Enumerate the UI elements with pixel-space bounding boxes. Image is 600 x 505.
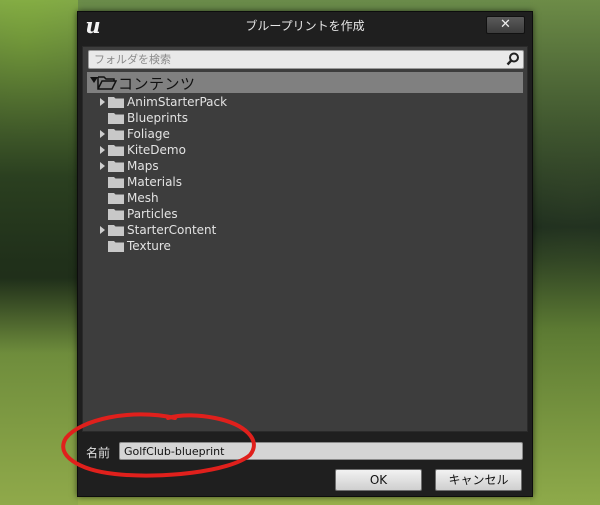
background-forest-left [0,0,78,505]
folder-icon [108,193,124,204]
expand-arrow-icon[interactable] [100,226,105,234]
folder-browser-panel: コンテンツ AnimStarterPack Blueprints Foliage [82,46,528,432]
folder-search-input[interactable] [89,51,504,68]
name-label: 名前 [86,446,111,460]
tree-item-texture[interactable]: Texture [83,238,527,254]
tree-item-foliage[interactable]: Foliage [83,126,527,142]
folder-icon [108,145,124,156]
open-folder-icon [97,76,117,90]
background-forest-right [530,0,600,505]
expand-arrow-icon[interactable] [100,130,105,138]
tree-item-maps[interactable]: Maps [83,158,527,174]
folder-tree: AnimStarterPack Blueprints Foliage KiteD… [83,94,527,254]
tree-item-label: Texture [127,239,171,253]
tree-item-mesh[interactable]: Mesh [83,190,527,206]
tree-item-label: Particles [127,207,178,221]
dialog-title: ブループリントを作成 [245,19,365,33]
name-row: 名前 [78,440,532,462]
tree-item-label: Foliage [127,127,170,141]
tree-root-content[interactable]: コンテンツ [87,72,523,93]
create-blueprint-dialog: u ブループリントを作成 ✕ コンテンツ AnimStarterPack [77,11,533,497]
folder-icon [108,97,124,108]
folder-icon [108,209,124,220]
tree-root-label: コンテンツ [118,75,196,93]
tree-item-label: Mesh [127,191,159,205]
expand-arrow-icon[interactable] [100,146,105,154]
tree-item-label: Materials [127,175,183,189]
tree-item-animstarterpack[interactable]: AnimStarterPack [83,94,527,110]
expand-arrow-icon[interactable] [100,162,105,170]
folder-icon [108,225,124,236]
expand-arrow-icon[interactable] [100,98,105,106]
folder-icon [108,113,124,124]
tree-item-materials[interactable]: Materials [83,174,527,190]
tree-item-kitedemo[interactable]: KiteDemo [83,142,527,158]
tree-item-blueprints[interactable]: Blueprints [83,110,527,126]
tree-item-particles[interactable]: Particles [83,206,527,222]
dialog-titlebar[interactable]: u ブループリントを作成 ✕ [78,12,532,39]
tree-item-label: StarterContent [127,223,217,237]
folder-icon [108,161,124,172]
folder-search-box[interactable] [88,50,524,69]
search-icon[interactable] [506,52,520,66]
ok-button[interactable]: OK [335,469,422,491]
folder-icon [108,177,124,188]
folder-icon [108,241,124,252]
tree-item-label: Blueprints [127,111,189,125]
tree-item-label: KiteDemo [127,143,186,157]
tree-item-label: Maps [127,159,159,173]
folder-icon [108,129,124,140]
cancel-button[interactable]: キャンセル [435,469,522,491]
tree-item-label: AnimStarterPack [127,95,228,109]
close-button[interactable]: ✕ [486,16,525,34]
name-input[interactable] [119,442,523,460]
tree-item-startercontent[interactable]: StarterContent [83,222,527,238]
